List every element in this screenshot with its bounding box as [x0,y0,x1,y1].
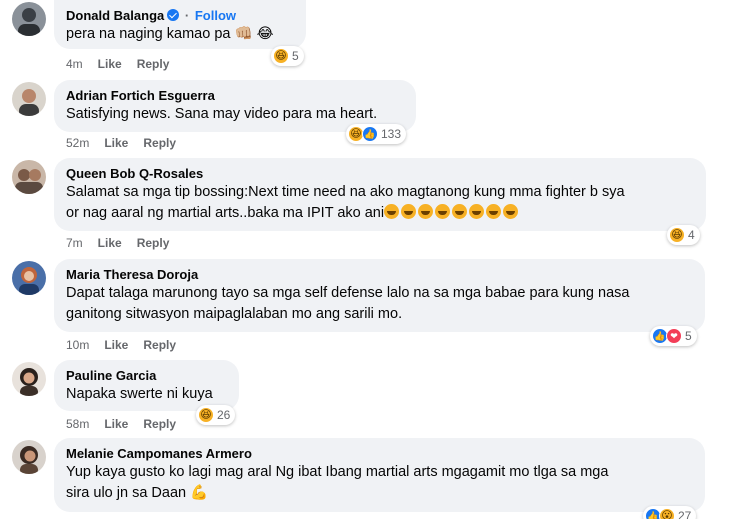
like-button[interactable]: Like [98,236,122,250]
avatar[interactable] [12,160,46,194]
like-button[interactable]: Like [104,338,128,352]
reaction-summary[interactable]: 😆 👍 133 [346,124,407,144]
like-button[interactable]: Like [104,136,128,150]
grin-emoji-icon [486,204,502,219]
love-reaction-icon: ❤ [666,328,682,344]
reply-button[interactable]: Reply [143,338,176,352]
comment-author[interactable]: Adrian Fortich Esguerra [66,87,404,104]
follow-button[interactable]: Follow [195,8,236,23]
avatar[interactable] [12,261,46,295]
grin-emoji-icon [469,204,485,219]
comment-actions: 7m Like Reply [66,236,169,250]
reaction-count: 5 [685,329,692,343]
grin-emoji-icon [503,204,519,219]
comment-text: Satisfying news. Sana may video para ma … [66,106,378,122]
comment-actions: 10m Like Reply [66,338,176,352]
comment-text-line: Salamat sa mga tip bossing:Next time nee… [66,184,625,200]
separator-dot: · [184,8,190,23]
verified-badge-icon [167,9,180,21]
reaction-count: 26 [217,408,231,422]
avatar[interactable] [12,2,46,36]
grin-emoji-icon [384,204,400,219]
haha-reaction-icon: 😮 [659,508,675,519]
grin-emoji-icon [401,204,417,219]
comment-actions: 52m Like Reply [66,136,176,150]
reply-button[interactable]: Reply [137,236,170,250]
reaction-summary[interactable]: 😆 5 [271,46,304,66]
reaction-summary[interactable]: 😆 4 [667,225,700,245]
reaction-count: 27 [678,509,692,519]
comment-text-line: Dapat talaga marunong tayo sa mga self d… [66,285,630,301]
emoji-row [384,204,520,221]
comment-author-row: Donald Balanga · Follow [66,7,294,24]
reaction-summary[interactable]: 👍 😮 27 [643,506,697,519]
reply-button[interactable]: Reply [137,57,170,71]
reply-button[interactable]: Reply [143,136,176,150]
comment-text: pera na naging kamao pa 👊🏼 😂 [66,26,274,42]
reply-button[interactable]: Reply [143,417,176,431]
comment-author[interactable]: Queen Bob Q-Rosales [66,165,694,182]
comment-author[interactable]: Pauline Garcia [66,367,227,384]
comment-time[interactable]: 4m [66,57,83,71]
grin-emoji-icon [418,204,434,219]
reaction-count: 4 [688,228,695,242]
comment-time[interactable]: 58m [66,417,89,431]
haha-reaction-icon: 😆 [198,407,214,423]
reaction-summary[interactable]: 😆 26 [196,405,236,425]
comment-bubble: Maria Theresa Doroja Dapat talaga maruno… [54,259,705,332]
comment-time[interactable]: 52m [66,136,89,150]
comment-bubble: Donald Balanga · Follow pera na naging k… [54,0,306,49]
comment-time[interactable]: 10m [66,338,89,352]
haha-reaction-icon: 😆 [273,48,289,64]
haha-reaction-icon: 😆 [669,227,685,243]
comment-text-line: ganitong sitwasyon maipaglalaban mo ang … [66,306,403,322]
comment-actions: 4m Like Reply [66,57,169,71]
comment-text-line: sira ulo jn sa Daan 💪 [66,485,209,501]
comment-text-line: Yup kaya gusto ko lagi mag aral Ng ibat … [66,464,609,480]
avatar[interactable] [12,440,46,474]
comment-text-row: or nag aaral ng martial arts..baka ma IP… [66,203,694,224]
avatar[interactable] [12,82,46,116]
like-reaction-icon: 👍 [362,126,378,142]
reaction-count: 133 [381,127,402,141]
avatar[interactable] [12,362,46,396]
grin-emoji-icon [452,204,468,219]
comment-bubble: Queen Bob Q-Rosales Salamat sa mga tip b… [54,158,706,231]
comment-author[interactable]: Donald Balanga [66,8,164,23]
comment-text-line: or nag aaral ng martial arts..baka ma IP… [66,205,385,221]
comment-actions: 58m Like Reply [66,417,176,431]
reaction-summary[interactable]: 👍 ❤ 5 [650,326,697,346]
comment-time[interactable]: 7m [66,236,83,250]
comment-author[interactable]: Melanie Campomanes Armero [66,445,693,462]
reaction-count: 5 [292,49,299,63]
comment-bubble: Pauline Garcia Napaka swerte ni kuya [54,360,239,411]
comment-author[interactable]: Maria Theresa Doroja [66,266,693,283]
like-button[interactable]: Like [98,57,122,71]
like-button[interactable]: Like [104,417,128,431]
comment-text: Napaka swerte ni kuya [66,386,213,402]
grin-emoji-icon [435,204,451,219]
comment-bubble: Melanie Campomanes Armero Yup kaya gusto… [54,438,705,512]
